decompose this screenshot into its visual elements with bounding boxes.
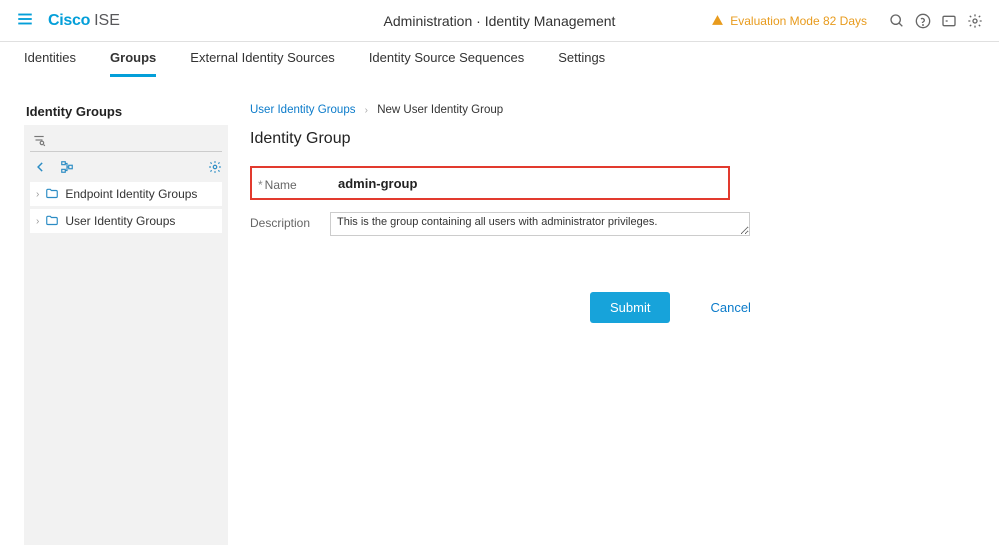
back-icon[interactable] <box>34 160 48 174</box>
tab-bar: Identities Groups External Identity Sour… <box>0 42 999 76</box>
evaluation-notice[interactable]: Evaluation Mode 82 Days <box>711 14 867 28</box>
breadcrumb-current: New User Identity Group <box>377 104 503 116</box>
tab-identity-source-sequences[interactable]: Identity Source Sequences <box>369 41 524 77</box>
folder-icon <box>45 214 59 228</box>
menu-icon[interactable] <box>16 10 34 31</box>
tree-item-label: User Identity Groups <box>65 214 175 228</box>
name-label: *Name <box>258 174 338 192</box>
search-icon[interactable] <box>889 13 905 29</box>
tree-item-user-identity-groups[interactable]: › User Identity Groups <box>30 209 222 233</box>
sidebar-heading: Identity Groups <box>24 104 228 119</box>
top-bar: Cisco ISE Administration · Identity Mana… <box>0 0 999 42</box>
description-label: Description <box>250 212 330 230</box>
warning-icon <box>711 14 724 27</box>
gear-icon[interactable] <box>208 160 222 174</box>
settings-icon[interactable] <box>967 13 983 29</box>
chevron-right-icon: › <box>36 189 39 200</box>
brand-logo-secondary: ISE <box>94 12 120 30</box>
sidebar: Identity Groups › Endpoint Identity Grou… <box>24 104 228 545</box>
notifications-icon[interactable] <box>941 13 957 29</box>
tab-identities[interactable]: Identities <box>24 41 76 77</box>
evaluation-notice-text: Evaluation Mode 82 Days <box>730 14 867 28</box>
sidebar-panel: › Endpoint Identity Groups › User Identi… <box>24 125 228 545</box>
brand-logo-primary: Cisco <box>48 12 90 30</box>
form-title: Identity Group <box>250 130 975 148</box>
cancel-button[interactable]: Cancel <box>710 300 750 315</box>
button-row: Submit Cancel <box>250 292 975 323</box>
help-icon[interactable] <box>915 13 931 29</box>
tree-item-endpoint-identity-groups[interactable]: › Endpoint Identity Groups <box>30 182 222 206</box>
tree-view-icon[interactable] <box>60 160 74 174</box>
field-row-description: Description <box>250 212 975 236</box>
breadcrumb: User Identity Groups › New User Identity… <box>250 104 975 116</box>
name-input[interactable]: admin-group <box>338 174 417 191</box>
tab-settings[interactable]: Settings <box>558 41 605 77</box>
sidebar-search[interactable] <box>30 131 222 152</box>
filter-search-icon <box>32 133 46 147</box>
main-content: User Identity Groups › New User Identity… <box>228 104 975 545</box>
description-input[interactable] <box>330 212 750 236</box>
breadcrumb-link[interactable]: User Identity Groups <box>250 104 355 116</box>
folder-icon <box>45 187 59 201</box>
tree-item-label: Endpoint Identity Groups <box>65 187 197 201</box>
chevron-right-icon: › <box>36 216 39 227</box>
field-row-name: *Name admin-group <box>250 166 730 200</box>
chevron-right-icon: › <box>365 105 368 116</box>
sidebar-toolbar <box>30 158 222 182</box>
submit-button[interactable]: Submit <box>590 292 670 323</box>
tab-external-identity-sources[interactable]: External Identity Sources <box>190 41 335 77</box>
tab-groups[interactable]: Groups <box>110 41 156 77</box>
